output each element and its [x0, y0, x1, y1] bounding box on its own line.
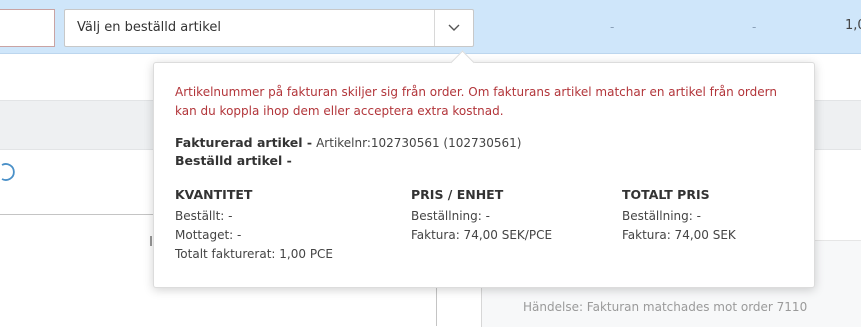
total-price-heading: TOTALT PRIS	[622, 187, 710, 202]
row-selector-cell[interactable]	[0, 9, 55, 47]
event-text: Händelse: Fakturan matchades mot order 7…	[523, 300, 808, 314]
unit-price-heading: PRIS / ENHET	[411, 187, 504, 202]
total-price-column: TOTALT PRIS Beställning: - Faktura: 74,0…	[622, 187, 736, 245]
invoiced-amount-cell: 1,0	[845, 18, 861, 33]
chevron-down-icon	[448, 24, 460, 31]
article-mismatch-popover: Artikelnummer på fakturan skiljer sig fr…	[153, 50, 815, 288]
ordered-quantity-cell: -	[610, 20, 615, 34]
mismatch-warning: Artikelnummer på fakturan skiljer sig fr…	[175, 85, 777, 118]
ordered-article-select[interactable]: Välj en beställd artikel	[64, 9, 474, 47]
quantity-ordered: Beställt: -	[175, 209, 233, 223]
ordered-price-cell: -	[752, 20, 757, 34]
ordered-article-line: Beställd artikel -	[175, 153, 292, 168]
unit-price-order: Beställning: -	[411, 209, 490, 223]
cursor-marker	[150, 236, 152, 246]
invoiced-article-line: Fakturerad artikel - Artikelnr:102730561…	[175, 135, 522, 150]
ordered-article-select-value: Välj en beställd artikel	[77, 20, 221, 35]
invoiced-article-value: Artikelnr:102730561 (102730561)	[316, 136, 522, 150]
ordered-article-label: Beställd artikel -	[175, 153, 292, 168]
total-price-order: Beställning: -	[622, 209, 701, 223]
quantity-heading: KVANTITET	[175, 187, 253, 202]
unit-price-invoice: Faktura: 74,00 SEK/PCE	[411, 228, 553, 242]
total-price-invoice: Faktura: 74,00 SEK	[622, 228, 736, 242]
quantity-column: KVANTITET Beställt: - Mottaget: - Totalt…	[175, 187, 333, 264]
quantity-invoiced-total: Totalt fakturerat: 1,00 PCE	[175, 247, 334, 261]
invoiced-article-label: Fakturerad artikel -	[175, 135, 313, 150]
unit-price-column: PRIS / ENHET Beställning: - Faktura: 74,…	[411, 187, 552, 245]
popover-caret	[450, 50, 475, 75]
select-toggle[interactable]	[434, 10, 473, 46]
section-heading-cut	[10, 314, 140, 326]
quantity-received: Mottaget: -	[175, 228, 242, 242]
selected-invoice-row: Välj en beställd artikel - - 1,0	[0, 0, 861, 54]
refresh-icon[interactable]	[0, 162, 18, 182]
